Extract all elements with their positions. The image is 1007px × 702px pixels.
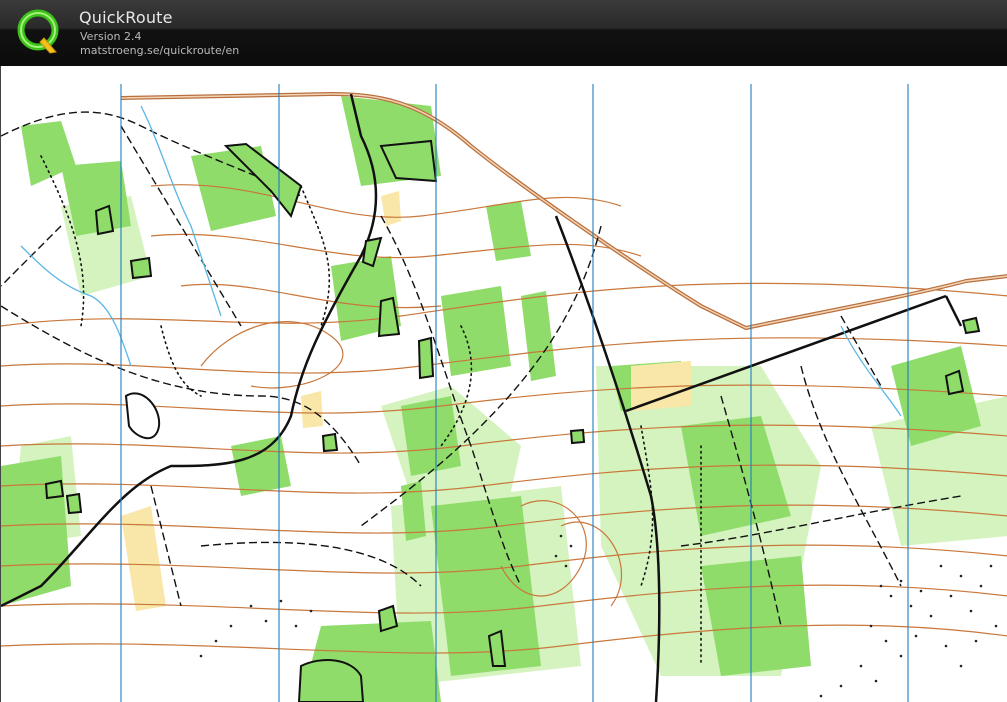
app-version: Version 2.4 xyxy=(80,30,142,43)
map-canvas[interactable] xyxy=(0,66,1007,702)
app-url: matstroeng.se/quickroute/en xyxy=(80,44,240,57)
title-bar: QuickRoute Version 2.4 matstroeng.se/qui… xyxy=(0,0,1007,66)
open-marsh xyxy=(124,392,161,439)
quickroute-q-logo-icon xyxy=(17,9,59,54)
app-title: QuickRoute xyxy=(79,8,173,27)
orienteering-map[interactable] xyxy=(1,66,1007,702)
